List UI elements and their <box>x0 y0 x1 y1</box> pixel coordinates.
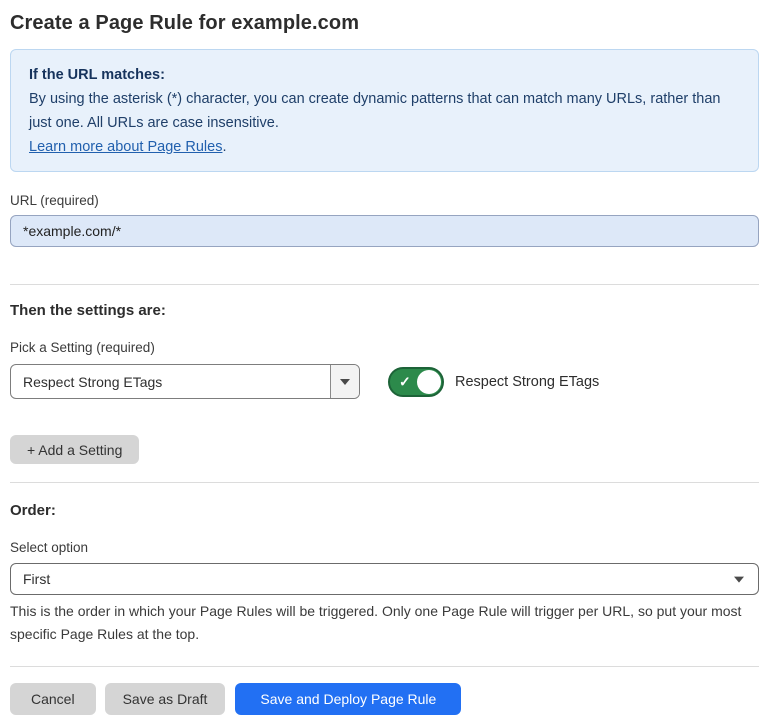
url-input[interactable] <box>10 215 759 247</box>
link-suffix: . <box>222 139 226 155</box>
toggle-label: Respect Strong ETags <box>455 374 599 390</box>
toggle-knob <box>417 370 441 394</box>
learn-more-link[interactable]: Learn more about Page Rules <box>29 139 222 155</box>
setting-select-value: Respect Strong ETags <box>11 365 330 398</box>
order-help-text: This is the order in which your Page Rul… <box>10 600 750 645</box>
save-as-draft-button[interactable]: Save as Draft <box>105 683 226 715</box>
info-box-link-line: Learn more about Page Rules. <box>29 135 740 159</box>
order-select-value: First <box>23 571 50 587</box>
page-title: Create a Page Rule for example.com <box>10 0 759 35</box>
save-and-deploy-button[interactable]: Save and Deploy Page Rule <box>235 683 461 715</box>
setting-select-arrow-button[interactable] <box>330 365 359 398</box>
chevron-down-icon <box>734 577 744 583</box>
check-icon: ✓ <box>399 374 411 388</box>
create-page-rule-form: Create a Page Rule for example.com If th… <box>0 0 769 715</box>
settings-section-heading: Then the settings are: <box>10 302 759 319</box>
info-box-body: By using the asterisk (*) character, you… <box>29 87 740 135</box>
chevron-down-icon <box>340 379 350 385</box>
order-select[interactable]: First <box>10 563 759 595</box>
order-section-heading: Order: <box>10 502 759 519</box>
footer-actions: Cancel Save as Draft Save and Deploy Pag… <box>10 683 759 715</box>
respect-strong-etags-toggle[interactable]: ✓ <box>388 367 444 397</box>
divider <box>10 284 759 285</box>
info-box-heading: If the URL matches: <box>29 63 740 87</box>
url-field-label: URL (required) <box>10 193 759 208</box>
url-matches-info-box: If the URL matches: By using the asteris… <box>10 49 759 172</box>
setting-select[interactable]: Respect Strong ETags <box>10 364 360 399</box>
add-setting-button[interactable]: + Add a Setting <box>10 435 139 464</box>
divider <box>10 482 759 483</box>
divider <box>10 666 759 667</box>
setting-row: Respect Strong ETags ✓ Respect Strong ET… <box>10 364 759 399</box>
pick-setting-label: Pick a Setting (required) <box>10 340 759 355</box>
order-select-label: Select option <box>10 540 759 555</box>
cancel-button[interactable]: Cancel <box>10 683 96 715</box>
